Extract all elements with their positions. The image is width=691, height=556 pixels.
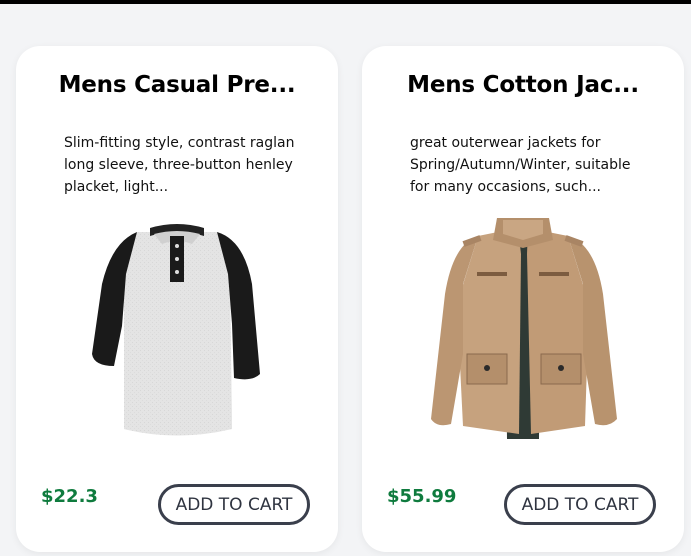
- product-image: [362, 214, 684, 444]
- product-description: Slim-fitting style, contrast raglan long…: [64, 135, 295, 195]
- product-price: $22.3: [41, 486, 98, 507]
- product-description: great outerwear jackets for Spring/Autum…: [410, 135, 631, 195]
- product-title: Mens Cotton Jac...: [407, 72, 639, 98]
- product-image: [16, 214, 338, 444]
- product-price: $55.99: [387, 486, 457, 507]
- product-grid: Mens Casual Pre... Slim-fitting style, c…: [0, 4, 691, 556]
- add-to-cart-button[interactable]: ADD TO CART: [504, 484, 656, 525]
- henley-shirt-image: [92, 224, 260, 436]
- add-to-cart-button[interactable]: ADD TO CART: [158, 484, 310, 525]
- product-card: Mens Casual Pre... Slim-fitting style, c…: [16, 46, 338, 552]
- product-title: Mens Casual Pre...: [58, 72, 296, 98]
- cotton-jacket-image: [431, 218, 617, 439]
- product-card: Mens Cotton Jac... great outerwear jacke…: [362, 46, 684, 552]
